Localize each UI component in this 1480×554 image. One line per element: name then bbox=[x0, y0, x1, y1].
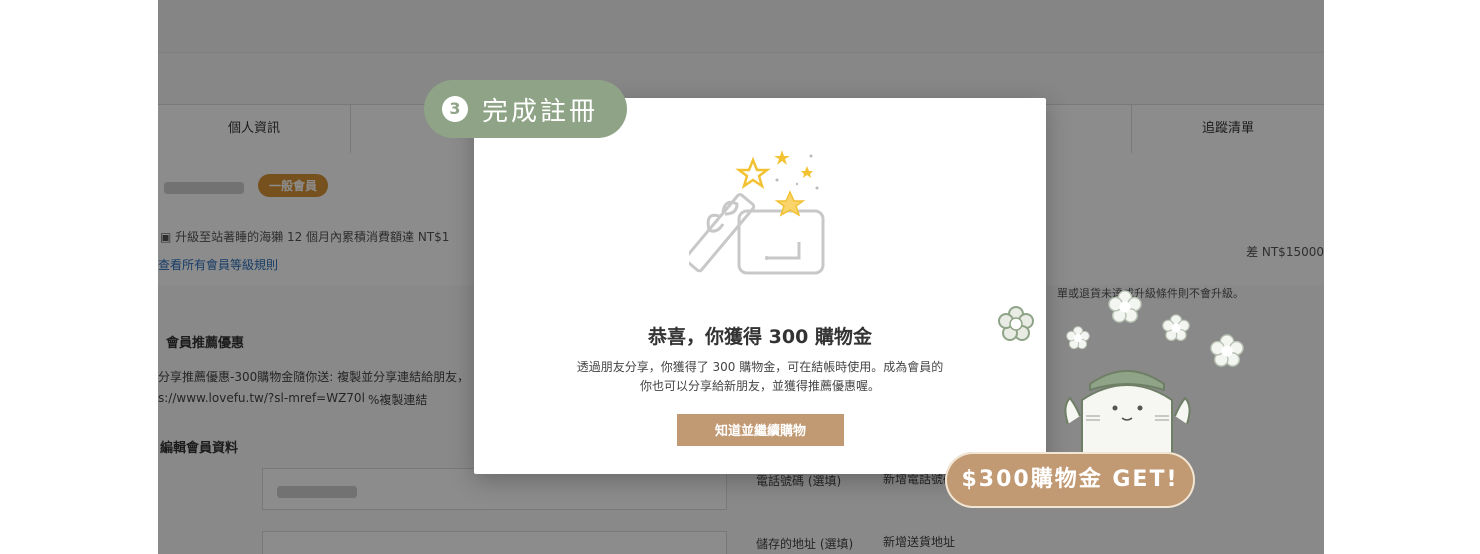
modal-body-line-1: 透過朋友分享，你獲得了 300 購物金，可在結帳時使用。成為會員的 bbox=[576, 360, 944, 374]
flower-icon bbox=[1108, 290, 1142, 323]
flower-icon bbox=[998, 306, 1034, 341]
reward-modal: 恭喜，你獲得 300 購物金 透過朋友分享，你獲得了 300 購物金，可在結帳時… bbox=[474, 98, 1046, 474]
step-number: 3 bbox=[442, 96, 468, 122]
modal-body: 透過朋友分享，你獲得了 300 購物金，可在結帳時使用。成為會員的 你也可以分享… bbox=[474, 358, 1046, 396]
flower-icon bbox=[1210, 334, 1244, 367]
modal-title: 恭喜，你獲得 300 購物金 bbox=[648, 326, 872, 348]
flower-icon bbox=[1066, 326, 1090, 350]
promo-badge: $300購物金 GET! bbox=[945, 452, 1195, 508]
modal-body-line-2: 你也可以分享給新朋友，並獲得推薦優惠喔。 bbox=[639, 379, 880, 393]
step-indicator: 3 完成註冊 bbox=[424, 80, 627, 138]
gift-box-icon bbox=[689, 150, 825, 275]
continue-shopping-button[interactable]: 知道並繼續購物 bbox=[677, 414, 844, 446]
otter-mascot-icon bbox=[1064, 370, 1191, 460]
step-label: 完成註冊 bbox=[482, 97, 599, 127]
flower-icon bbox=[1162, 314, 1190, 342]
